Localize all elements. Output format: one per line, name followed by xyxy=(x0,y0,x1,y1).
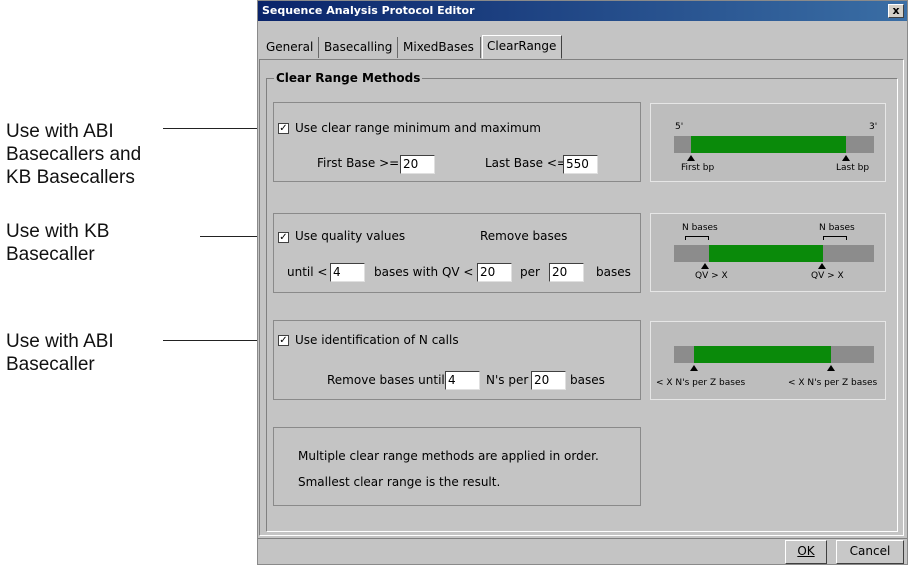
method2-label: Use quality values xyxy=(295,229,406,243)
per-label: per xyxy=(520,265,540,279)
annotation-abi-kb-basecallers: Use with ABI Basecallers and KB Basecall… xyxy=(6,120,141,189)
section-title: Clear Range Methods xyxy=(274,71,423,85)
note-line-1: Multiple clear range methods are applied… xyxy=(298,449,599,463)
last-bp-marker-icon xyxy=(842,155,850,161)
clear-range-bar xyxy=(694,346,831,363)
note-box xyxy=(273,427,641,506)
right-n-marker-label: < X N's per Z bases xyxy=(788,378,878,388)
remove-until-label: Remove bases until < xyxy=(327,373,459,387)
three-prime-label: 3' xyxy=(869,122,878,132)
dialog-title: Sequence Analysis Protocol Editor xyxy=(262,4,475,17)
annotation-line: Basecaller xyxy=(6,244,95,265)
method3-label: Use identification of N calls xyxy=(295,333,459,347)
method2-diagram: N bases N bases QV > X QV > X xyxy=(650,213,886,292)
until-input[interactable]: 4 xyxy=(330,263,365,282)
right-n-bases-label: N bases xyxy=(819,223,855,233)
right-qv-label: QV > X xyxy=(811,271,844,281)
qv-input[interactable]: 20 xyxy=(477,263,512,282)
method3-diagram: < X N's per Z bases < X N's per Z bases xyxy=(650,321,886,400)
cancel-button[interactable]: Cancel xyxy=(836,540,904,564)
remove-bases-label: Remove bases xyxy=(480,229,568,243)
bottom-bar xyxy=(258,538,907,539)
left-qv-label: QV > X xyxy=(695,271,728,281)
close-icon[interactable]: x xyxy=(888,4,904,18)
annotation-line: Basecallers and xyxy=(6,144,142,165)
first-bp-label: First bp xyxy=(681,163,715,173)
annotation-abi-basecaller: Use with ABI Basecaller xyxy=(6,330,114,376)
left-n-marker-label: < X N's per Z bases xyxy=(656,378,746,388)
annotation-line: Use with KB xyxy=(6,221,110,242)
last-bp-label: Last bp xyxy=(836,163,870,173)
left-n-bases-label: N bases xyxy=(682,223,718,233)
tab-basecalling[interactable]: Basecalling xyxy=(320,37,398,58)
bases-label: bases xyxy=(596,265,631,279)
annotation-line: KB Basecallers xyxy=(6,167,135,188)
annotation-line: Use with ABI xyxy=(6,121,114,142)
first-base-input[interactable]: 20 xyxy=(400,155,435,174)
tab-mixedbases[interactable]: MixedBases xyxy=(399,37,481,58)
qv-label: bases with QV < xyxy=(374,265,474,279)
n-bases-label: bases xyxy=(570,373,605,387)
n-until-input[interactable]: 4 xyxy=(445,371,480,390)
five-prime-label: 5' xyxy=(675,122,684,132)
annotation-kb-basecaller: Use with KB Basecaller xyxy=(6,220,109,266)
tab-general[interactable]: General xyxy=(262,37,319,58)
title-bar[interactable]: Sequence Analysis Protocol Editor x xyxy=(258,1,907,21)
method2-checkbox[interactable]: ✓ xyxy=(278,232,289,243)
until-label: until < xyxy=(287,265,328,279)
n-per-label: N's per xyxy=(486,373,529,387)
clear-range-bar xyxy=(691,136,846,153)
annotation-line: Basecaller xyxy=(6,354,95,375)
method1-checkbox[interactable]: ✓ xyxy=(278,123,289,134)
first-bp-marker-icon xyxy=(687,155,695,161)
left-bracket xyxy=(685,236,709,240)
method3-checkbox[interactable]: ✓ xyxy=(278,335,289,346)
clear-range-bar xyxy=(709,245,823,262)
right-n-marker-icon xyxy=(827,365,835,371)
tab-clearrange[interactable]: ClearRange xyxy=(482,35,562,59)
last-base-label: Last Base <= xyxy=(485,156,567,170)
n-per-input[interactable]: 20 xyxy=(531,371,566,390)
first-base-label: First Base >= xyxy=(317,156,400,170)
last-base-input[interactable]: 550 xyxy=(563,155,598,174)
annotation-line: Use with ABI xyxy=(6,331,114,352)
right-bracket xyxy=(823,236,847,240)
right-qv-marker-icon xyxy=(818,263,826,269)
ok-button[interactable]: OK xyxy=(785,540,827,564)
per-input[interactable]: 20 xyxy=(549,263,584,282)
left-n-marker-icon xyxy=(690,365,698,371)
note-line-2: Smallest clear range is the result. xyxy=(298,475,501,489)
method2-box xyxy=(273,213,641,293)
method1-diagram: 5' 3' First bp Last bp xyxy=(650,103,886,182)
left-qv-marker-icon xyxy=(701,263,709,269)
method1-label: Use clear range minimum and maximum xyxy=(295,121,541,135)
